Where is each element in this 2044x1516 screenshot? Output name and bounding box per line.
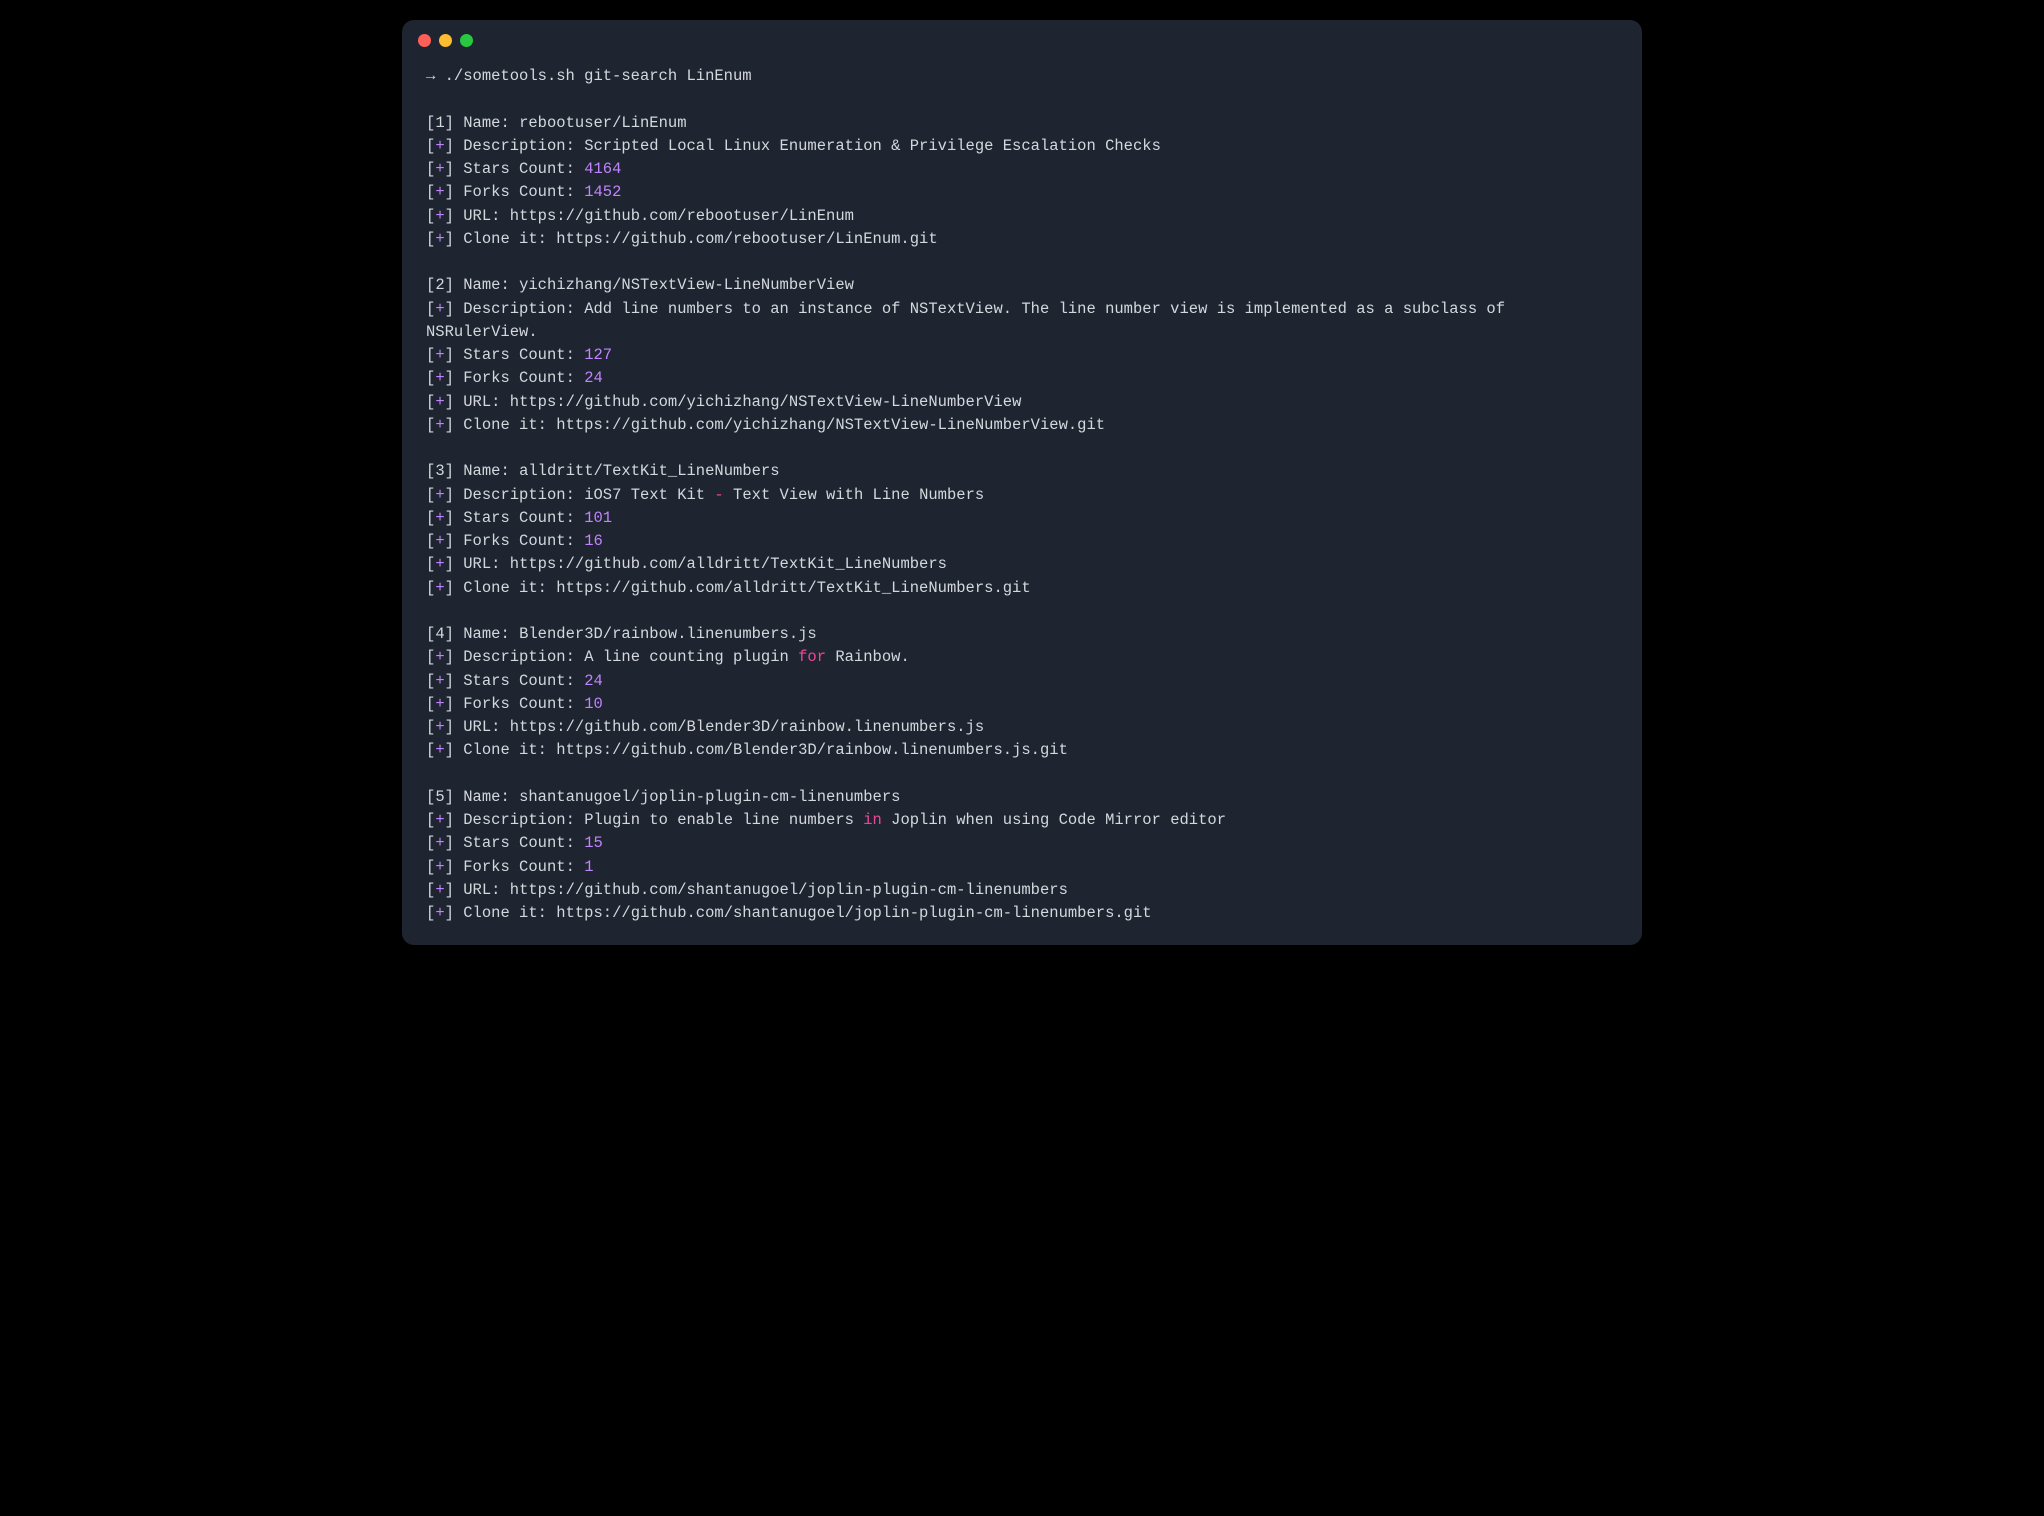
repo-description: Add line numbers to an instance of NSTex… (426, 300, 1514, 341)
repo-name: rebootuser/LinEnum (519, 114, 686, 132)
result-description-line: [+] Description: Scripted Local Linux En… (426, 135, 1618, 158)
forks-count: 10 (584, 695, 603, 713)
terminal-window: → ./sometools.sh git-search LinEnum [1] N… (402, 20, 1642, 945)
repo-description: Plugin to enable line numbers (584, 811, 863, 829)
result-forks-line: [+] Forks Count: 1 (426, 856, 1618, 879)
close-icon[interactable] (418, 34, 431, 47)
blank-line (426, 88, 1618, 111)
prompt-line: → ./sometools.sh git-search LinEnum (426, 65, 1618, 88)
result-stars-line: [+] Stars Count: 127 (426, 344, 1618, 367)
result-description-line: [+] Description: iOS7 Text Kit - Text Vi… (426, 484, 1618, 507)
prompt-arrow-icon: → (426, 67, 435, 85)
result-clone-line: [+] Clone it: https://github.com/shantan… (426, 902, 1618, 925)
blank-line (426, 251, 1618, 274)
result-clone-line: [+] Clone it: https://github.com/alldrit… (426, 577, 1618, 600)
zoom-icon[interactable] (460, 34, 473, 47)
repo-url: https://github.com/alldritt/TextKit_Line… (510, 555, 947, 573)
highlighted-keyword: - (714, 486, 723, 504)
repo-description: Scripted Local Linux Enumeration & Privi… (584, 137, 1161, 155)
result-stars-line: [+] Stars Count: 4164 (426, 158, 1618, 181)
repo-name: shantanugoel/joplin-plugin-cm-linenumber… (519, 788, 900, 806)
result-name-line: [1] Name: rebootuser/LinEnum (426, 112, 1618, 135)
repo-url: https://github.com/rebootuser/LinEnum (510, 207, 854, 225)
result-stars-line: [+] Stars Count: 24 (426, 670, 1618, 693)
result-forks-line: [+] Forks Count: 10 (426, 693, 1618, 716)
result-name-line: [4] Name: Blender3D/rainbow.linenumbers.… (426, 623, 1618, 646)
result-description-line: [+] Description: A line counting plugin … (426, 646, 1618, 669)
repo-clone-url: https://github.com/yichizhang/NSTextView… (556, 416, 1105, 434)
result-name-line: [3] Name: alldritt/TextKit_LineNumbers (426, 460, 1618, 483)
result-url-line: [+] URL: https://github.com/yichizhang/N… (426, 391, 1618, 414)
repo-description: A line counting plugin (584, 648, 798, 666)
result-forks-line: [+] Forks Count: 1452 (426, 181, 1618, 204)
stars-count: 127 (584, 346, 612, 364)
result-name-line: [5] Name: shantanugoel/joplin-plugin-cm-… (426, 786, 1618, 809)
repo-clone-url: https://github.com/Blender3D/rainbow.lin… (556, 741, 1068, 759)
result-description-line: [+] Description: Plugin to enable line n… (426, 809, 1618, 832)
result-url-line: [+] URL: https://github.com/shantanugoel… (426, 879, 1618, 902)
blank-line (426, 763, 1618, 786)
repo-url: https://github.com/yichizhang/NSTextView… (510, 393, 1022, 411)
repo-description: iOS7 Text Kit (584, 486, 714, 504)
blank-line (426, 600, 1618, 623)
result-forks-line: [+] Forks Count: 24 (426, 367, 1618, 390)
results-container: [1] Name: rebootuser/LinEnum[+] Descript… (426, 112, 1618, 926)
command-text: ./sometools.sh git-search LinEnum (445, 67, 752, 85)
result-url-line: [+] URL: https://github.com/alldritt/Tex… (426, 553, 1618, 576)
minimize-icon[interactable] (439, 34, 452, 47)
stars-count: 15 (584, 834, 603, 852)
stars-count: 24 (584, 672, 603, 690)
highlighted-keyword: for (798, 648, 826, 666)
forks-count: 24 (584, 369, 603, 387)
forks-count: 1452 (584, 183, 621, 201)
result-clone-line: [+] Clone it: https://github.com/Blender… (426, 739, 1618, 762)
result-clone-line: [+] Clone it: https://github.com/rebootu… (426, 228, 1618, 251)
result-description-line: [+] Description: Add line numbers to an … (426, 298, 1618, 345)
repo-clone-url: https://github.com/shantanugoel/joplin-p… (556, 904, 1151, 922)
result-stars-line: [+] Stars Count: 101 (426, 507, 1618, 530)
result-stars-line: [+] Stars Count: 15 (426, 832, 1618, 855)
result-name-line: [2] Name: yichizhang/NSTextView-LineNumb… (426, 274, 1618, 297)
stars-count: 4164 (584, 160, 621, 178)
repo-url: https://github.com/shantanugoel/joplin-p… (510, 881, 1068, 899)
result-url-line: [+] URL: https://github.com/rebootuser/L… (426, 205, 1618, 228)
result-forks-line: [+] Forks Count: 16 (426, 530, 1618, 553)
forks-count: 16 (584, 532, 603, 550)
result-clone-line: [+] Clone it: https://github.com/yichizh… (426, 414, 1618, 437)
repo-name: Blender3D/rainbow.linenumbers.js (519, 625, 817, 643)
repo-name: alldritt/TextKit_LineNumbers (519, 462, 779, 480)
blank-line (426, 437, 1618, 460)
repo-name: yichizhang/NSTextView-LineNumberView (519, 276, 854, 294)
repo-clone-url: https://github.com/alldritt/TextKit_Line… (556, 579, 1030, 597)
highlighted-keyword: in (863, 811, 882, 829)
forks-count: 1 (584, 858, 593, 876)
terminal-output[interactable]: → ./sometools.sh git-search LinEnum [1] N… (402, 53, 1642, 945)
repo-url: https://github.com/Blender3D/rainbow.lin… (510, 718, 984, 736)
repo-clone-url: https://github.com/rebootuser/LinEnum.gi… (556, 230, 937, 248)
result-url-line: [+] URL: https://github.com/Blender3D/ra… (426, 716, 1618, 739)
window-titlebar (402, 20, 1642, 53)
stars-count: 101 (584, 509, 612, 527)
